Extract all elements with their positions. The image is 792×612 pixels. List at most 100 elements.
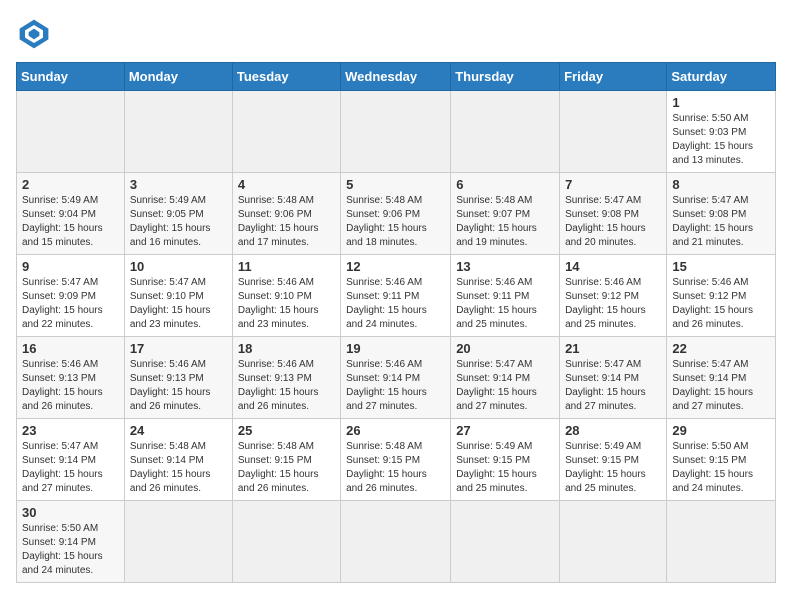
calendar-week-4: 16 Sunrise: 5:46 AM Sunset: 9:13 PM Dayli… <box>17 337 776 419</box>
day-number: 6 <box>456 177 554 192</box>
day-number: 22 <box>672 341 770 356</box>
calendar-day: 4 Sunrise: 5:48 AM Sunset: 9:06 PM Daylig… <box>232 173 340 255</box>
calendar-day <box>124 501 232 583</box>
day-number: 3 <box>130 177 227 192</box>
day-number: 13 <box>456 259 554 274</box>
day-number: 18 <box>238 341 335 356</box>
calendar-day <box>124 91 232 173</box>
day-number: 1 <box>672 95 770 110</box>
weekday-header-saturday: Saturday <box>667 63 776 91</box>
day-number: 20 <box>456 341 554 356</box>
weekday-header-friday: Friday <box>560 63 667 91</box>
calendar-day <box>341 501 451 583</box>
day-info: Sunrise: 5:47 AM Sunset: 9:08 PM Dayligh… <box>565 194 661 250</box>
day-number: 4 <box>238 177 335 192</box>
day-info: Sunrise: 5:47 AM Sunset: 9:14 PM Dayligh… <box>672 358 770 414</box>
calendar-day <box>17 91 125 173</box>
day-number: 10 <box>130 259 227 274</box>
calendar-day: 23Sunrise: 5:47 AM Sunset: 9:14 PM Dayli… <box>17 419 125 501</box>
calendar-day <box>667 501 776 583</box>
day-info: Sunrise: 5:48 AM Sunset: 9:15 PM Dayligh… <box>346 440 445 496</box>
calendar-day: 13 Sunrise: 5:46 AM Sunset: 9:11 PM Dayli… <box>451 255 560 337</box>
day-info: Sunrise: 5:46 AM Sunset: 9:12 PM Dayligh… <box>565 276 661 332</box>
weekday-header-wednesday: Wednesday <box>341 63 451 91</box>
calendar-day <box>451 91 560 173</box>
day-info: Sunrise: 5:50 AM Sunset: 9:14 PM Dayligh… <box>22 522 119 578</box>
calendar-day <box>560 91 667 173</box>
weekday-header-monday: Monday <box>124 63 232 91</box>
weekday-header-tuesday: Tuesday <box>232 63 340 91</box>
calendar-day <box>451 501 560 583</box>
day-number: 14 <box>565 259 661 274</box>
day-info: Sunrise: 5:47 AM Sunset: 9:08 PM Dayligh… <box>672 194 770 250</box>
calendar-day: 8Sunrise: 5:47 AM Sunset: 9:08 PM Daylig… <box>667 173 776 255</box>
calendar-day: 15 Sunrise: 5:46 AM Sunset: 9:12 PM Dayli… <box>667 255 776 337</box>
day-info: Sunrise: 5:46 AM Sunset: 9:13 PM Dayligh… <box>238 358 335 414</box>
calendar-week-1: 1 Sunrise: 5:50 AM Sunset: 9:03 PM Daylig… <box>17 91 776 173</box>
calendar-day: 29Sunrise: 5:50 AM Sunset: 9:15 PM Dayli… <box>667 419 776 501</box>
calendar-day: 30 Sunrise: 5:50 AM Sunset: 9:14 PM Dayli… <box>17 501 125 583</box>
day-number: 7 <box>565 177 661 192</box>
calendar-week-5: 23Sunrise: 5:47 AM Sunset: 9:14 PM Dayli… <box>17 419 776 501</box>
day-info: Sunrise: 5:46 AM Sunset: 9:13 PM Dayligh… <box>130 358 227 414</box>
logo-icon <box>16 16 52 52</box>
day-info: Sunrise: 5:49 AM Sunset: 9:05 PM Dayligh… <box>130 194 227 250</box>
calendar-day: 28 Sunrise: 5:49 AM Sunset: 9:15 PM Dayli… <box>560 419 667 501</box>
calendar-day: 27Sunrise: 5:49 AM Sunset: 9:15 PM Dayli… <box>451 419 560 501</box>
day-number: 29 <box>672 423 770 438</box>
day-number: 12 <box>346 259 445 274</box>
day-number: 15 <box>672 259 770 274</box>
calendar-day <box>560 501 667 583</box>
day-number: 5 <box>346 177 445 192</box>
day-info: Sunrise: 5:46 AM Sunset: 9:10 PM Dayligh… <box>238 276 335 332</box>
calendar-week-6: 30 Sunrise: 5:50 AM Sunset: 9:14 PM Dayli… <box>17 501 776 583</box>
day-number: 9 <box>22 259 119 274</box>
calendar-day: 9 Sunrise: 5:47 AM Sunset: 9:09 PM Daylig… <box>17 255 125 337</box>
day-info: Sunrise: 5:48 AM Sunset: 9:06 PM Dayligh… <box>238 194 335 250</box>
calendar-day: 16 Sunrise: 5:46 AM Sunset: 9:13 PM Dayli… <box>17 337 125 419</box>
day-info: Sunrise: 5:47 AM Sunset: 9:14 PM Dayligh… <box>456 358 554 414</box>
calendar-table: SundayMondayTuesdayWednesdayThursdayFrid… <box>16 62 776 583</box>
day-info: Sunrise: 5:46 AM Sunset: 9:12 PM Dayligh… <box>672 276 770 332</box>
day-info: Sunrise: 5:49 AM Sunset: 9:15 PM Dayligh… <box>565 440 661 496</box>
day-number: 24 <box>130 423 227 438</box>
calendar-day: 25Sunrise: 5:48 AM Sunset: 9:15 PM Dayli… <box>232 419 340 501</box>
calendar-day: 10 Sunrise: 5:47 AM Sunset: 9:10 PM Dayli… <box>124 255 232 337</box>
day-info: Sunrise: 5:48 AM Sunset: 9:07 PM Dayligh… <box>456 194 554 250</box>
calendar-week-3: 9 Sunrise: 5:47 AM Sunset: 9:09 PM Daylig… <box>17 255 776 337</box>
calendar-day: 18 Sunrise: 5:46 AM Sunset: 9:13 PM Dayli… <box>232 337 340 419</box>
day-info: Sunrise: 5:46 AM Sunset: 9:11 PM Dayligh… <box>456 276 554 332</box>
calendar-day: 20 Sunrise: 5:47 AM Sunset: 9:14 PM Dayli… <box>451 337 560 419</box>
calendar-day: 5 Sunrise: 5:48 AM Sunset: 9:06 PM Daylig… <box>341 173 451 255</box>
logo <box>16 16 58 52</box>
day-info: Sunrise: 5:47 AM Sunset: 9:09 PM Dayligh… <box>22 276 119 332</box>
day-info: Sunrise: 5:48 AM Sunset: 9:15 PM Dayligh… <box>238 440 335 496</box>
day-info: Sunrise: 5:46 AM Sunset: 9:13 PM Dayligh… <box>22 358 119 414</box>
calendar-week-2: 2Sunrise: 5:49 AM Sunset: 9:04 PM Daylig… <box>17 173 776 255</box>
day-number: 17 <box>130 341 227 356</box>
day-number: 19 <box>346 341 445 356</box>
calendar-day: 19Sunrise: 5:46 AM Sunset: 9:14 PM Dayli… <box>341 337 451 419</box>
day-info: Sunrise: 5:47 AM Sunset: 9:14 PM Dayligh… <box>565 358 661 414</box>
day-number: 26 <box>346 423 445 438</box>
page-header <box>16 16 776 52</box>
weekday-header-sunday: Sunday <box>17 63 125 91</box>
day-info: Sunrise: 5:50 AM Sunset: 9:03 PM Dayligh… <box>672 112 770 168</box>
calendar-day: 14 Sunrise: 5:46 AM Sunset: 9:12 PM Dayli… <box>560 255 667 337</box>
calendar-day: 22 Sunrise: 5:47 AM Sunset: 9:14 PM Dayli… <box>667 337 776 419</box>
calendar-day: 17 Sunrise: 5:46 AM Sunset: 9:13 PM Dayli… <box>124 337 232 419</box>
calendar-day: 26 Sunrise: 5:48 AM Sunset: 9:15 PM Dayli… <box>341 419 451 501</box>
day-number: 21 <box>565 341 661 356</box>
day-info: Sunrise: 5:48 AM Sunset: 9:06 PM Dayligh… <box>346 194 445 250</box>
day-info: Sunrise: 5:49 AM Sunset: 9:04 PM Dayligh… <box>22 194 119 250</box>
calendar-day: 11 Sunrise: 5:46 AM Sunset: 9:10 PM Dayli… <box>232 255 340 337</box>
calendar-day: 7 Sunrise: 5:47 AM Sunset: 9:08 PM Daylig… <box>560 173 667 255</box>
day-number: 28 <box>565 423 661 438</box>
day-number: 30 <box>22 505 119 520</box>
day-number: 23 <box>22 423 119 438</box>
day-number: 11 <box>238 259 335 274</box>
day-info: Sunrise: 5:47 AM Sunset: 9:10 PM Dayligh… <box>130 276 227 332</box>
day-number: 16 <box>22 341 119 356</box>
calendar-day: 12Sunrise: 5:46 AM Sunset: 9:11 PM Dayli… <box>341 255 451 337</box>
calendar-day: 3 Sunrise: 5:49 AM Sunset: 9:05 PM Daylig… <box>124 173 232 255</box>
